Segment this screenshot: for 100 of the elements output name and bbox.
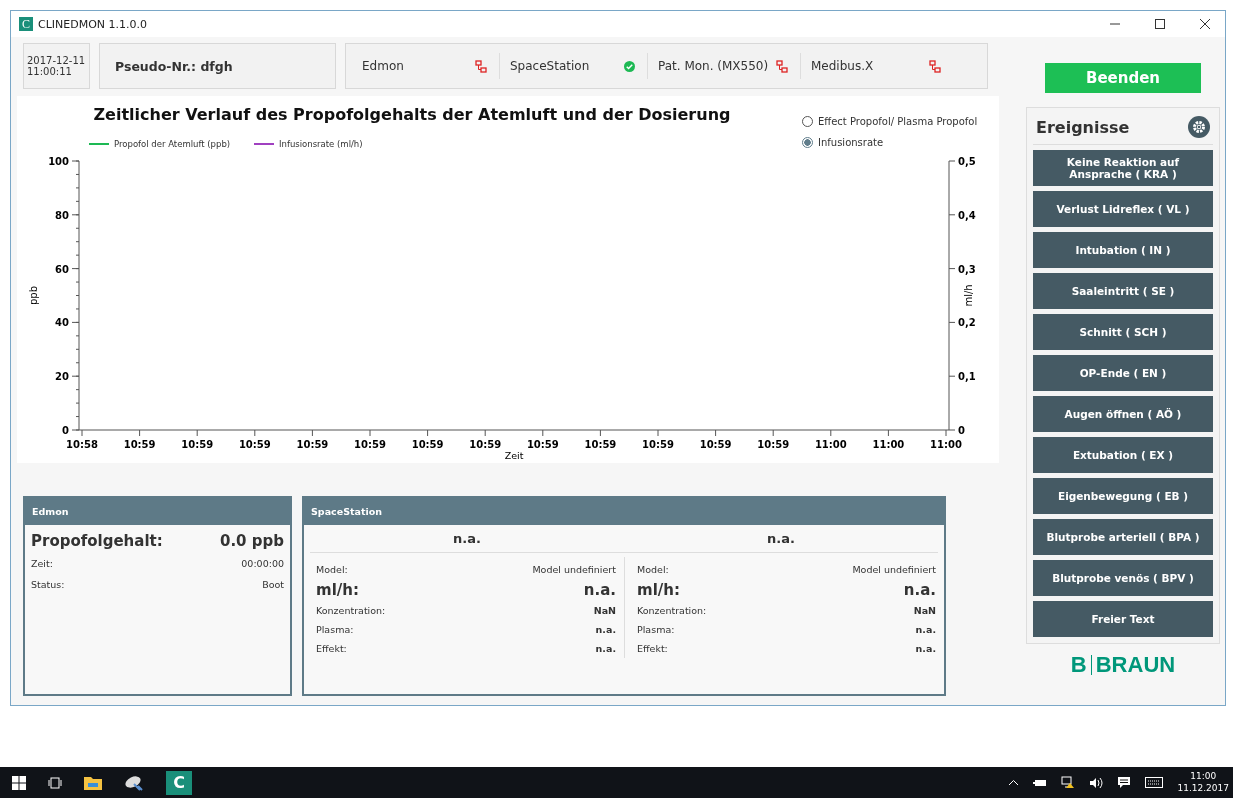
event-button[interactable]: Extubation ( EX ) <box>1033 437 1213 473</box>
maximize-icon[interactable] <box>1154 18 1166 30</box>
x-tick-label: 11:00 <box>930 439 962 450</box>
pump-headline: n.a. <box>624 525 938 553</box>
x-tick-label: 10:59 <box>699 439 732 450</box>
y-tick-label: 0,1 <box>958 371 976 383</box>
field-value: NaN <box>913 605 936 616</box>
taskbar-clock[interactable]: 11:00 11.12.2017 <box>1177 770 1229 795</box>
battery-icon[interactable] <box>1033 777 1048 788</box>
datetime-label: 2017-12-11 11:00:11 <box>23 43 90 89</box>
event-button[interactable]: Blutprobe arteriell ( BPA ) <box>1033 519 1213 555</box>
event-button[interactable]: Freier Text <box>1033 601 1213 637</box>
network-icon[interactable] <box>1061 776 1076 789</box>
folder-icon[interactable] <box>84 775 102 790</box>
field-label: ml/h: <box>316 581 359 599</box>
x-tick-label: 10:59 <box>411 439 444 450</box>
x-tick-label: 10:59 <box>354 439 386 450</box>
chart-title: Zeitlicher Verlauf des Propofolgehalts der Atemluft und der Dosierung <box>93 105 731 124</box>
field-value: n.a. <box>583 581 616 599</box>
windows-start-icon[interactable] <box>12 775 26 790</box>
y-tick-label: 0,5 <box>958 156 976 167</box>
pump-headline: n.a. <box>310 525 624 553</box>
y-tick-label: 60 <box>55 263 69 275</box>
y-axis-title: ml/h <box>963 284 974 307</box>
caret-up-icon[interactable] <box>1008 779 1020 786</box>
y-tick-label: 0,4 <box>958 209 976 221</box>
pseudo-number-label: Pseudo-Nr.: dfgh <box>99 43 336 89</box>
panel-header: SpaceStation <box>304 498 944 525</box>
field-label: Plasma: <box>637 624 675 635</box>
speaker-icon[interactable] <box>1089 776 1104 789</box>
x-tick-label: 10:59 <box>469 439 502 450</box>
x-tick-label: 10:59 <box>296 439 329 450</box>
keyboard-icon[interactable] <box>1145 777 1164 788</box>
settings-icon[interactable] <box>1188 116 1210 138</box>
event-button[interactable]: Augen öffnen ( AÖ ) <box>1033 396 1213 432</box>
legend-label: Infusionsrate (ml/h) <box>279 139 363 149</box>
app-taskbar-icon[interactable]: C <box>166 770 192 795</box>
x-tick-label: 10:59 <box>123 439 156 450</box>
x-tick-label: 10:58 <box>66 439 98 450</box>
app-logo-icon: C <box>19 17 33 31</box>
radio-option[interactable]: Effect Propofol/ Plasma Propofol <box>802 116 978 127</box>
notification-icon[interactable] <box>1117 776 1132 789</box>
y-tick-label: 0 <box>958 425 965 436</box>
event-button[interactable]: Eigenbewegung ( EB ) <box>1033 478 1213 514</box>
legend-item: Propofol der Atemluft (ppb) <box>88 139 231 149</box>
field-label: Model: <box>637 564 669 575</box>
event-button[interactable]: Verlust Lidreflex ( VL ) <box>1033 191 1213 227</box>
field-value: n.a. <box>915 624 936 635</box>
y-tick-label: 100 <box>48 156 69 167</box>
field-label: Effekt: <box>637 643 668 654</box>
y-tick-label: 0 <box>62 425 69 436</box>
x-tick-label: 10:59 <box>526 439 559 450</box>
device-name: SpaceStation <box>510 59 590 73</box>
field-value: n.a. <box>915 643 936 654</box>
device-name: Pat. Mon. (MX550) <box>658 59 769 73</box>
y-tick-label: 40 <box>55 317 69 329</box>
event-button[interactable]: Schnitt ( SCH ) <box>1033 314 1213 350</box>
x-tick-label: 10:59 <box>584 439 617 450</box>
x-tick-label: 10:59 <box>238 439 271 450</box>
field-label: Zeit: <box>31 558 53 569</box>
x-tick-label: 10:59 <box>642 439 674 450</box>
field-label: Propofolgehalt: <box>31 532 163 550</box>
field-value: 0.0 ppb <box>220 532 284 550</box>
x-tick-label: 11:00 <box>872 439 905 450</box>
x-axis-title: Zeit <box>504 450 524 461</box>
field-value: n.a. <box>595 643 616 654</box>
field-label: Status: <box>31 579 65 590</box>
x-tick-label: 10:59 <box>181 439 214 450</box>
y-axis-title: ppb <box>28 286 39 305</box>
y-tick-label: 80 <box>55 209 69 221</box>
x-tick-label: 10:59 <box>757 439 790 450</box>
field-value: NaN <box>593 605 616 616</box>
x-tick-label: 11:00 <box>814 439 847 450</box>
field-label: Konzentration: <box>316 605 386 616</box>
field-value: Model undefiniert <box>852 564 936 575</box>
device-name: Edmon <box>362 59 404 73</box>
window-title: CLINEDMON 1.1.0.0 <box>38 17 148 31</box>
event-button[interactable]: OP-Ende ( EN ) <box>1033 355 1213 391</box>
field-label: Konzentration: <box>637 605 707 616</box>
y-tick-label: 20 <box>55 371 69 383</box>
event-button[interactable]: Saaleintritt ( SE ) <box>1033 273 1213 309</box>
legend-label: Propofol der Atemluft (ppb) <box>114 139 231 149</box>
satellite-dish-icon[interactable] <box>124 773 144 792</box>
field-value: 00:00:00 <box>241 558 284 569</box>
field-value: Model undefiniert <box>532 564 616 575</box>
task-view-icon[interactable] <box>48 776 62 789</box>
legend-item: Infusionsrate (ml/h) <box>253 139 363 149</box>
field-value: n.a. <box>595 624 616 635</box>
radio-option[interactable]: Infusionsrate <box>802 137 978 148</box>
field-label: Model: <box>316 564 348 575</box>
y-tick-label: 0,3 <box>958 263 976 275</box>
field-value: n.a. <box>903 581 936 599</box>
event-button[interactable]: Intubation ( IN ) <box>1033 232 1213 268</box>
event-button[interactable]: Blutprobe venös ( BPV ) <box>1033 560 1213 596</box>
event-button[interactable]: Keine Reaktion auf Ansprache ( KRA ) <box>1033 150 1213 186</box>
field-label: ml/h: <box>637 581 680 599</box>
device-name: Medibus.X <box>811 59 874 73</box>
panel-header: Edmon <box>25 498 290 525</box>
field-value: Boot <box>262 579 284 590</box>
close-icon[interactable] <box>1199 18 1211 30</box>
